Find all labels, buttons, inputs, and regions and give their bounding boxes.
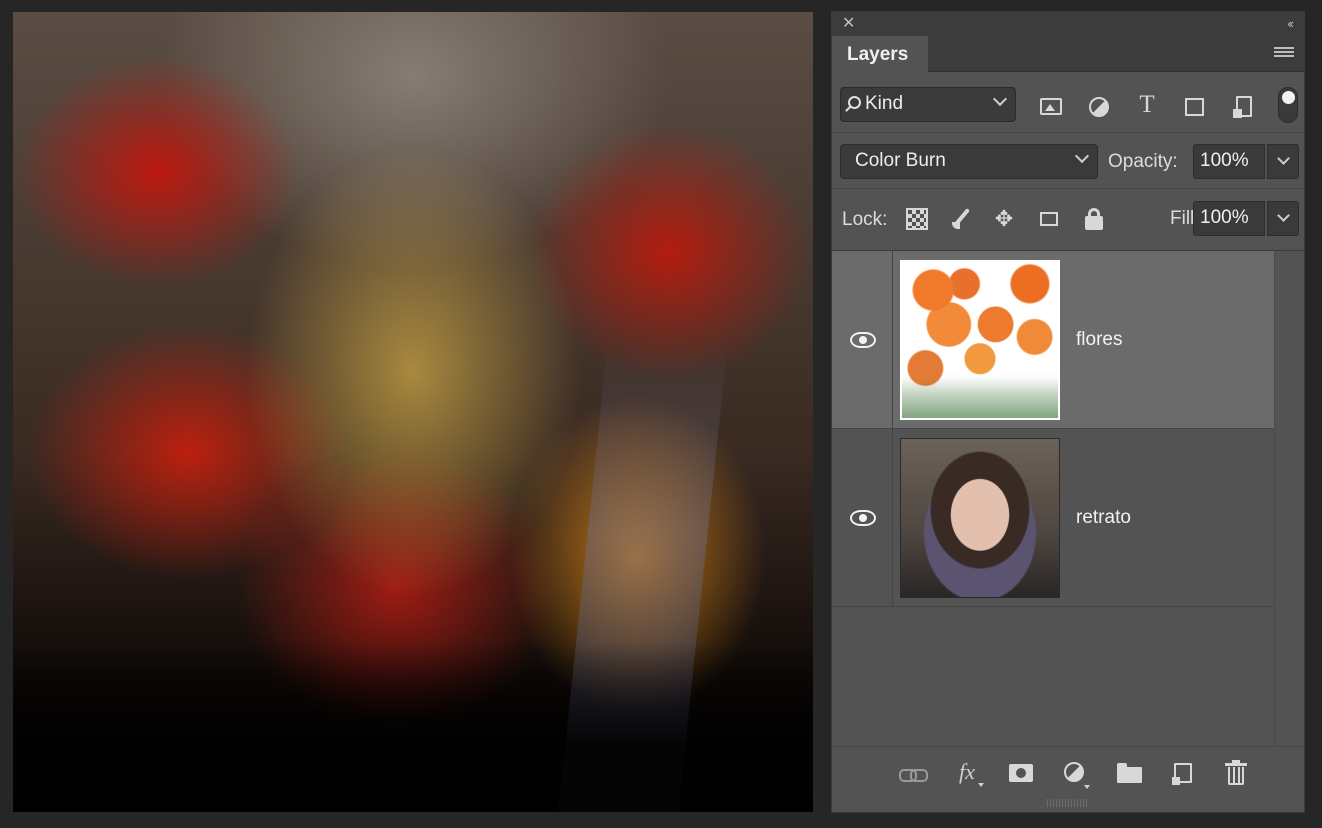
document-canvas[interactable]: [13, 12, 813, 812]
new-layer-icon[interactable]: [1170, 761, 1196, 785]
lock-transparency-icon[interactable]: [906, 208, 928, 230]
lock-position-icon[interactable]: ✥: [992, 207, 1016, 231]
layer-filter-row: Kind T: [832, 73, 1304, 133]
type-filter-icon[interactable]: T: [1134, 91, 1160, 118]
lock-label: Lock:: [842, 209, 888, 230]
chevron-down-icon: [1277, 209, 1290, 222]
fill-field[interactable]: 100%: [1193, 201, 1265, 236]
chevron-down-icon: [1277, 152, 1290, 165]
collapse-panel-icon[interactable]: ‹‹: [1287, 14, 1294, 34]
fill-dropdown-button[interactable]: [1267, 201, 1299, 236]
layer-name[interactable]: retrato: [1076, 507, 1131, 529]
tab-layers[interactable]: Layers: [832, 36, 928, 72]
blend-mode-dropdown[interactable]: Color Burn: [840, 144, 1098, 179]
delete-layer-trash-icon[interactable]: [1223, 760, 1249, 785]
chevron-down-icon: [992, 91, 1008, 107]
chevron-down-icon: [1074, 148, 1090, 164]
shape-filter-icon[interactable]: [1182, 95, 1208, 119]
panel-header-bar: ✕ ‹‹: [832, 12, 1304, 36]
blend-mode-value: Color Burn: [855, 150, 946, 171]
opacity-dropdown-button[interactable]: [1267, 144, 1299, 179]
image-filter-icon[interactable]: [1038, 95, 1064, 119]
layer-name[interactable]: flores: [1076, 329, 1122, 351]
panel-tab-row: Layers: [832, 36, 1304, 72]
layers-panel: ✕ ‹‹ Layers Kind T Color Burn Opacity: 1…: [831, 11, 1305, 813]
lock-all-icon[interactable]: [1082, 207, 1106, 231]
layer-thumbnail[interactable]: [900, 260, 1060, 420]
layer-list-scrollbar[interactable]: [1274, 251, 1304, 746]
close-icon[interactable]: ✕: [842, 14, 855, 34]
new-group-folder-icon[interactable]: [1117, 761, 1143, 785]
adjustment-filter-icon[interactable]: [1086, 95, 1112, 119]
eye-icon[interactable]: [850, 332, 876, 348]
lock-row: Lock: ✥ Fill: 100%: [832, 189, 1304, 251]
new-adjustment-layer-icon[interactable]: [1062, 761, 1090, 789]
visibility-cell: [832, 251, 893, 428]
panel-menu-icon[interactable]: [1274, 47, 1294, 61]
canvas-shadow-region: [13, 642, 813, 812]
search-icon: [848, 96, 861, 109]
filter-toggle-switch[interactable]: [1278, 87, 1298, 123]
resize-grip[interactable]: [1047, 799, 1087, 807]
layer-list: flores retrato: [832, 251, 1274, 611]
layer-row-retrato[interactable]: retrato: [832, 429, 1274, 607]
filter-kind-dropdown[interactable]: Kind: [840, 87, 1016, 122]
panel-bottom-toolbar: fx: [832, 746, 1304, 798]
lock-pixels-icon[interactable]: [950, 207, 974, 231]
layer-style-fx-icon[interactable]: fx: [954, 761, 984, 787]
link-layers-icon[interactable]: [899, 761, 928, 785]
opacity-label: Opacity:: [1108, 151, 1178, 172]
add-mask-icon[interactable]: [1008, 761, 1034, 785]
layer-row-flores[interactable]: flores: [832, 251, 1274, 429]
filter-kind-label: Kind: [865, 93, 904, 114]
lock-artboard-icon[interactable]: [1037, 207, 1061, 231]
eye-icon[interactable]: [850, 510, 876, 526]
visibility-cell: [832, 429, 893, 606]
layer-thumbnail[interactable]: [900, 438, 1060, 598]
blend-row: Color Burn Opacity: 100%: [832, 133, 1304, 189]
smart-object-filter-icon[interactable]: [1230, 95, 1256, 119]
opacity-field[interactable]: 100%: [1193, 144, 1265, 179]
